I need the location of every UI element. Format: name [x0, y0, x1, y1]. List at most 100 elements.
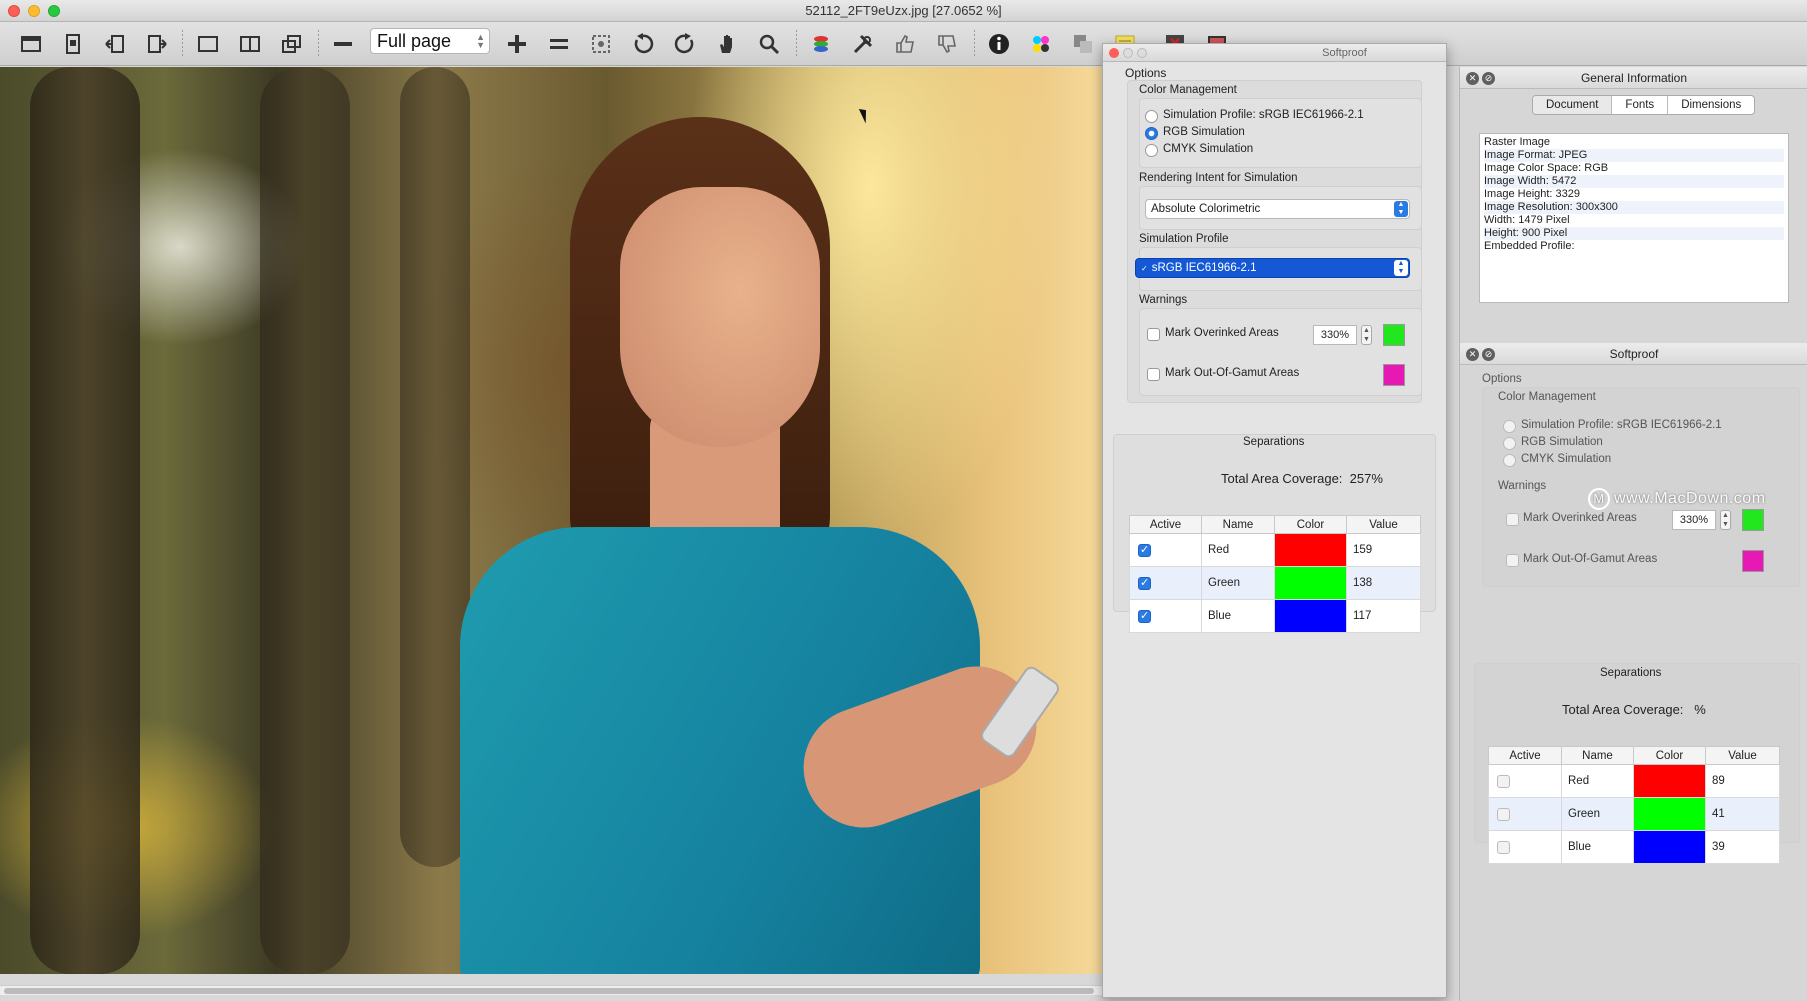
magnifier-icon[interactable]	[754, 30, 784, 58]
image-canvas[interactable]	[0, 67, 1102, 974]
active-cell	[1129, 533, 1202, 567]
horizontal-scrollbar[interactable]	[0, 985, 1102, 995]
close-icon[interactable]: ✕	[1466, 348, 1479, 361]
column-header-color[interactable]: Color	[1633, 746, 1706, 765]
docked-simulation-profile-radio[interactable]	[1503, 420, 1516, 433]
minimize-window-button[interactable]	[28, 5, 40, 17]
mark-out-of-gamut-checkbox[interactable]	[1147, 368, 1160, 381]
table-row[interactable]: Red 89	[1488, 764, 1780, 798]
mark-out-of-gamut-label: Mark Out-Of-Gamut Areas	[1165, 367, 1300, 379]
column-header-active[interactable]: Active	[1129, 515, 1202, 534]
active-cell	[1488, 830, 1562, 864]
overinked-color-swatch[interactable]	[1383, 324, 1405, 346]
thumbs-down-icon[interactable]	[932, 30, 962, 58]
sidebar-icon[interactable]	[16, 30, 46, 58]
docked-active-green-checkbox[interactable]	[1497, 808, 1510, 821]
document-info-list: Raster Image Image Format: JPEG Image Co…	[1479, 133, 1789, 303]
table-row[interactable]: Blue 39	[1488, 830, 1780, 864]
zoom-in-icon[interactable]	[502, 30, 532, 58]
table-row[interactable]: Blue 117	[1129, 599, 1421, 633]
single-page-icon[interactable]	[193, 30, 223, 58]
docked-overinked-limit-stepper[interactable]: ▲ ▼	[1720, 510, 1731, 530]
two-page-icon[interactable]	[235, 30, 265, 58]
column-header-value[interactable]: Value	[1346, 515, 1421, 534]
column-header-name[interactable]: Name	[1561, 746, 1634, 765]
softproof-titlebar: Softproof	[1103, 44, 1446, 62]
total-area-coverage: Total Area Coverage: 257%	[1221, 471, 1383, 486]
docked-overinked-color-swatch[interactable]	[1742, 509, 1764, 531]
tab-dimensions[interactable]: Dimensions	[1668, 96, 1754, 114]
previous-page-icon[interactable]	[100, 30, 130, 58]
minimize-panel-button[interactable]	[1123, 48, 1133, 58]
tab-document[interactable]: Document	[1533, 96, 1613, 114]
info-line: Image Height: 3329	[1484, 188, 1581, 200]
mark-overinked-checkbox[interactable]	[1147, 328, 1160, 341]
layers-icon[interactable]	[806, 30, 836, 58]
overinked-limit-input[interactable]: 330%	[1313, 325, 1357, 345]
color-separation-icon[interactable]	[1026, 30, 1056, 58]
detach-icon[interactable]: ⊘	[1482, 72, 1495, 85]
docked-active-blue-checkbox[interactable]	[1497, 841, 1510, 854]
zoom-select[interactable]: Full page ▲ ▼	[370, 28, 490, 54]
info-line: Height: 900 Pixel	[1484, 227, 1784, 240]
table-row[interactable]: Green 41	[1488, 797, 1780, 831]
docked-cmyk-simulation-radio[interactable]	[1503, 454, 1516, 467]
thumbs-up-icon[interactable]	[890, 30, 920, 58]
selection-icon[interactable]	[586, 30, 616, 58]
rgb-simulation-radio[interactable]	[1145, 127, 1158, 140]
docked-separations-table: Active Name Color Value Red 89 Green 41 …	[1488, 746, 1780, 864]
active-green-checkbox[interactable]	[1138, 576, 1151, 590]
table-row[interactable]: Green 138	[1129, 566, 1421, 600]
document-icon[interactable]	[58, 30, 88, 58]
zoom-out-icon[interactable]	[328, 30, 358, 58]
active-cell	[1129, 566, 1202, 600]
rendering-intent-select[interactable]: Absolute Colorimetric ▲ ▼	[1145, 199, 1410, 219]
scroll-thumb[interactable]	[4, 988, 1094, 994]
chevron-updown-icon: ▲ ▼	[1394, 201, 1408, 217]
docked-mark-overinked-checkbox[interactable]	[1506, 513, 1519, 526]
tab-fonts[interactable]: Fonts	[1612, 96, 1669, 114]
next-page-icon[interactable]	[142, 30, 172, 58]
hand-icon[interactable]	[712, 30, 742, 58]
chevron-updown-icon: ▲ ▼	[1394, 260, 1408, 276]
docked-active-red-checkbox[interactable]	[1497, 775, 1510, 788]
out-of-gamut-color-swatch[interactable]	[1383, 364, 1405, 386]
docked-rgb-simulation-radio[interactable]	[1503, 437, 1516, 450]
docked-out-of-gamut-color-swatch[interactable]	[1742, 550, 1764, 572]
column-header-value[interactable]: Value	[1705, 746, 1780, 765]
maximize-window-button[interactable]	[48, 5, 60, 17]
mark-overinked-label: Mark Overinked Areas	[1165, 327, 1279, 339]
info-icon[interactable]	[984, 30, 1014, 58]
coverage-value: 257%	[1349, 471, 1383, 486]
rendering-intent-label: Rendering Intent for Simulation	[1139, 172, 1298, 184]
tools-icon[interactable]	[848, 30, 878, 58]
options-label: Options	[1125, 66, 1167, 80]
zoom-panel-button[interactable]	[1137, 48, 1147, 58]
column-header-active[interactable]: Active	[1488, 746, 1562, 765]
column-header-name[interactable]: Name	[1201, 515, 1275, 534]
active-red-checkbox[interactable]	[1138, 543, 1151, 557]
name-cell: Red	[1201, 533, 1275, 567]
table-row[interactable]: Red 159	[1129, 533, 1421, 567]
docked-simulation-profile-label: Simulation Profile: sRGB IEC61966-2.1	[1521, 419, 1722, 431]
docked-mark-out-of-gamut-checkbox[interactable]	[1506, 554, 1519, 567]
active-cell	[1488, 764, 1562, 798]
docked-overinked-limit-input[interactable]: 330%	[1672, 510, 1716, 530]
info-line: Embedded Profile:	[1484, 240, 1575, 252]
close-window-button[interactable]	[8, 5, 20, 17]
close-icon[interactable]: ✕	[1466, 72, 1479, 85]
column-header-color[interactable]: Color	[1274, 515, 1347, 534]
rotate-left-icon[interactable]	[628, 30, 658, 58]
overlay-icon[interactable]	[1068, 30, 1098, 58]
multi-page-icon[interactable]	[277, 30, 307, 58]
cmyk-simulation-radio[interactable]	[1145, 144, 1158, 157]
detach-icon[interactable]: ⊘	[1482, 348, 1495, 361]
simulation-profile-select[interactable]: ✓ sRGB IEC61966-2.1 ▲ ▼	[1135, 258, 1410, 278]
fit-width-icon[interactable]	[544, 30, 574, 58]
simulation-profile-radio[interactable]	[1145, 110, 1158, 123]
active-blue-checkbox[interactable]	[1138, 609, 1151, 623]
rotate-right-icon[interactable]	[670, 30, 700, 58]
overinked-limit-stepper[interactable]: ▲ ▼	[1361, 325, 1372, 345]
close-panel-button[interactable]	[1109, 48, 1119, 58]
window-titlebar: 52112_2FT9eUzx.jpg [27.0652 %]	[0, 0, 1807, 22]
